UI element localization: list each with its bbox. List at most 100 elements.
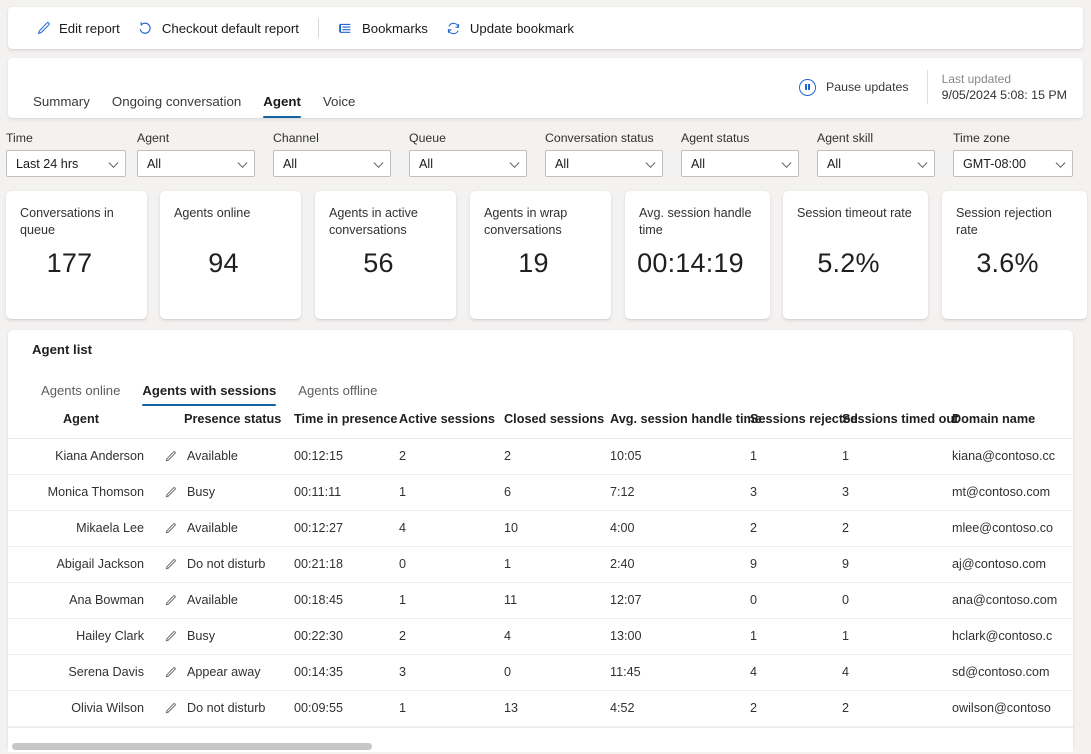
kpi-session-timeout-rate[interactable]: Session timeout rate 5.2% — [783, 191, 928, 319]
kpi-agents-online[interactable]: Agents online 94 — [160, 191, 301, 319]
agent-list-title: Agent list — [32, 342, 93, 357]
column-header-presence-status[interactable]: Presence status — [154, 408, 294, 438]
tab-voice[interactable]: Voice — [312, 94, 367, 118]
cell-domain-name: aj@contoso.com — [952, 557, 1046, 571]
horizontal-scrollbar[interactable] — [8, 740, 1073, 752]
cell-active-sessions: 0 — [399, 557, 407, 571]
kpi-conversations-in-queue[interactable]: Conversations in queue 177 — [6, 191, 147, 319]
chevron-down-icon — [781, 157, 792, 168]
filter-conversation-status: Conversation status All — [545, 131, 681, 177]
cell-sessions-timed-out: 3 — [842, 485, 850, 499]
pencil-icon[interactable] — [164, 666, 177, 679]
cell-avg-session-handle-time: 13:00 — [610, 629, 642, 643]
subtab-agents-offline[interactable]: Agents offline — [287, 383, 388, 406]
filter-agent-skill-value: All — [827, 156, 841, 171]
agent-table-body: Kiana Anderson Available 00:12:15 2 2 10… — [8, 438, 1073, 726]
cell-agent: Serena Davis — [68, 665, 144, 679]
cell-sessions-timed-out: 1 — [842, 449, 850, 463]
bookmarks-button[interactable]: Bookmarks — [329, 13, 437, 43]
cell-domain-name: mlee@contoso.co — [952, 521, 1053, 535]
table-row[interactable]: Abigail Jackson Do not disturb 00:21:18 … — [8, 546, 1073, 582]
horizontal-scrollbar-thumb[interactable] — [12, 743, 372, 750]
filter-agent-skill-select[interactable]: All — [817, 150, 935, 177]
cell-agent: Hailey Clark — [76, 629, 144, 643]
edit-report-button[interactable]: Edit report — [26, 13, 129, 43]
checkout-default-report-button[interactable]: Checkout default report — [129, 13, 308, 43]
update-bookmark-button[interactable]: Update bookmark — [437, 13, 583, 43]
pencil-icon[interactable] — [164, 702, 177, 715]
cell-sessions-timed-out: 9 — [842, 557, 850, 571]
cell-time-in-presence: 00:18:45 — [294, 593, 344, 607]
cell-closed-sessions: 0 — [504, 665, 512, 679]
pencil-icon[interactable] — [164, 558, 177, 571]
tab-ongoing-conversation[interactable]: Ongoing conversation — [101, 94, 252, 118]
chevron-down-icon — [373, 157, 384, 168]
filter-conversation-status-select[interactable]: All — [545, 150, 663, 177]
cell-domain-name: ana@contoso.com — [952, 593, 1058, 607]
cell-active-sessions: 2 — [399, 629, 407, 643]
cell-active-sessions: 1 — [399, 701, 407, 715]
tab-agent-label: Agent — [263, 94, 301, 109]
column-header-time-in-presence[interactable]: Time in presence — [294, 408, 399, 438]
subtab-agents-with-sessions-label: Agents with sessions — [142, 383, 277, 398]
filter-time-zone-value: GMT-08:00 — [963, 156, 1026, 171]
filter-time-select[interactable]: Last 24 hrs — [6, 150, 126, 177]
pencil-icon — [35, 20, 51, 36]
subtab-agents-online[interactable]: Agents online — [30, 383, 131, 406]
kpi-value: 00:14:19 — [637, 248, 744, 278]
cell-presence-status-label: Available — [187, 449, 238, 463]
table-bottom-divider — [8, 727, 1073, 728]
cell-time-in-presence: 00:14:35 — [294, 665, 344, 679]
table-row[interactable]: Serena Davis Appear away 00:14:35 3 0 11… — [8, 654, 1073, 690]
pencil-icon[interactable] — [164, 522, 177, 535]
filter-time-zone-select[interactable]: GMT-08:00 — [953, 150, 1073, 177]
cell-time-in-presence: 00:12:27 — [294, 521, 344, 535]
pencil-icon[interactable] — [164, 594, 177, 607]
pencil-icon[interactable] — [164, 486, 177, 499]
filter-agent-status: Agent status All — [681, 131, 817, 177]
cell-avg-session-handle-time: 4:00 — [610, 521, 635, 535]
cell-presence-status: Do not disturb — [154, 546, 294, 582]
column-header-agent[interactable]: Agent — [8, 408, 154, 438]
column-header-closed-sessions[interactable]: Closed sessions — [504, 408, 610, 438]
kpi-agents-in-active-conversations[interactable]: Agents in active conversations 56 — [315, 191, 456, 319]
table-row[interactable]: Monica Thomson Busy 00:11:11 1 6 7:12 3 … — [8, 474, 1073, 510]
pause-updates-button[interactable]: Pause updates — [791, 74, 917, 101]
table-row[interactable]: Kiana Anderson Available 00:12:15 2 2 10… — [8, 438, 1073, 474]
subtab-agents-with-sessions[interactable]: Agents with sessions — [131, 383, 287, 406]
cell-domain-name: owilson@contoso — [952, 701, 1051, 715]
tab-agent[interactable]: Agent — [252, 94, 312, 118]
cell-closed-sessions: 6 — [504, 485, 512, 499]
kpi-avg-session-handle-time[interactable]: Avg. session handle time 00:14:19 — [625, 191, 770, 319]
filter-agent-skill: Agent skill All — [817, 131, 953, 177]
cell-sessions-timed-out: 2 — [842, 521, 850, 535]
cell-presence-status: Available — [154, 582, 294, 618]
column-header-avg-session-handle-time[interactable]: Avg. session handle time — [610, 408, 762, 438]
agent-table-scroll-area[interactable]: Agent Presence status Time in presence A… — [8, 408, 1073, 728]
table-row[interactable]: Olivia Wilson Do not disturb 00:09:55 1 — [8, 690, 1073, 726]
filter-agent-status-select[interactable]: All — [681, 150, 799, 177]
tab-summary[interactable]: Summary — [22, 94, 101, 118]
column-header-active-sessions[interactable]: Active sessions — [399, 408, 504, 438]
column-header-domain-name[interactable]: Domain name — [952, 408, 1073, 438]
kpi-agents-in-wrap-conversations[interactable]: Agents in wrap conversations 19 — [470, 191, 611, 319]
table-row[interactable]: Mikaela Lee Available 00:12:27 4 10 4:00… — [8, 510, 1073, 546]
kpi-session-rejection-rate[interactable]: Session rejection rate 3.6% — [942, 191, 1087, 319]
cell-agent: Abigail Jackson — [56, 557, 144, 571]
cell-domain-name: hclark@contoso.c — [952, 629, 1053, 643]
pencil-icon[interactable] — [164, 630, 177, 643]
filter-queue-select[interactable]: All — [409, 150, 527, 177]
table-row[interactable]: Ana Bowman Available 00:18:45 1 11 12:07… — [8, 582, 1073, 618]
column-header-sessions-rejected[interactable]: Sessions rejected — [750, 408, 858, 438]
tab-voice-label: Voice — [322, 94, 356, 109]
cell-presence-status-label: Busy — [187, 485, 215, 499]
filter-channel-select[interactable]: All — [273, 150, 391, 177]
pencil-icon[interactable] — [164, 450, 177, 463]
filter-agent-status-label: Agent status — [681, 131, 750, 145]
chevron-down-icon — [509, 157, 520, 168]
pause-updates-label: Pause updates — [825, 80, 909, 94]
filter-agent-select[interactable]: All — [137, 150, 255, 177]
cell-closed-sessions: 2 — [504, 449, 512, 463]
table-row[interactable]: Hailey Clark Busy 00:22:30 2 4 13:00 1 1… — [8, 618, 1073, 654]
column-header-sessions-timed-out[interactable]: Sessions timed out — [842, 408, 958, 438]
